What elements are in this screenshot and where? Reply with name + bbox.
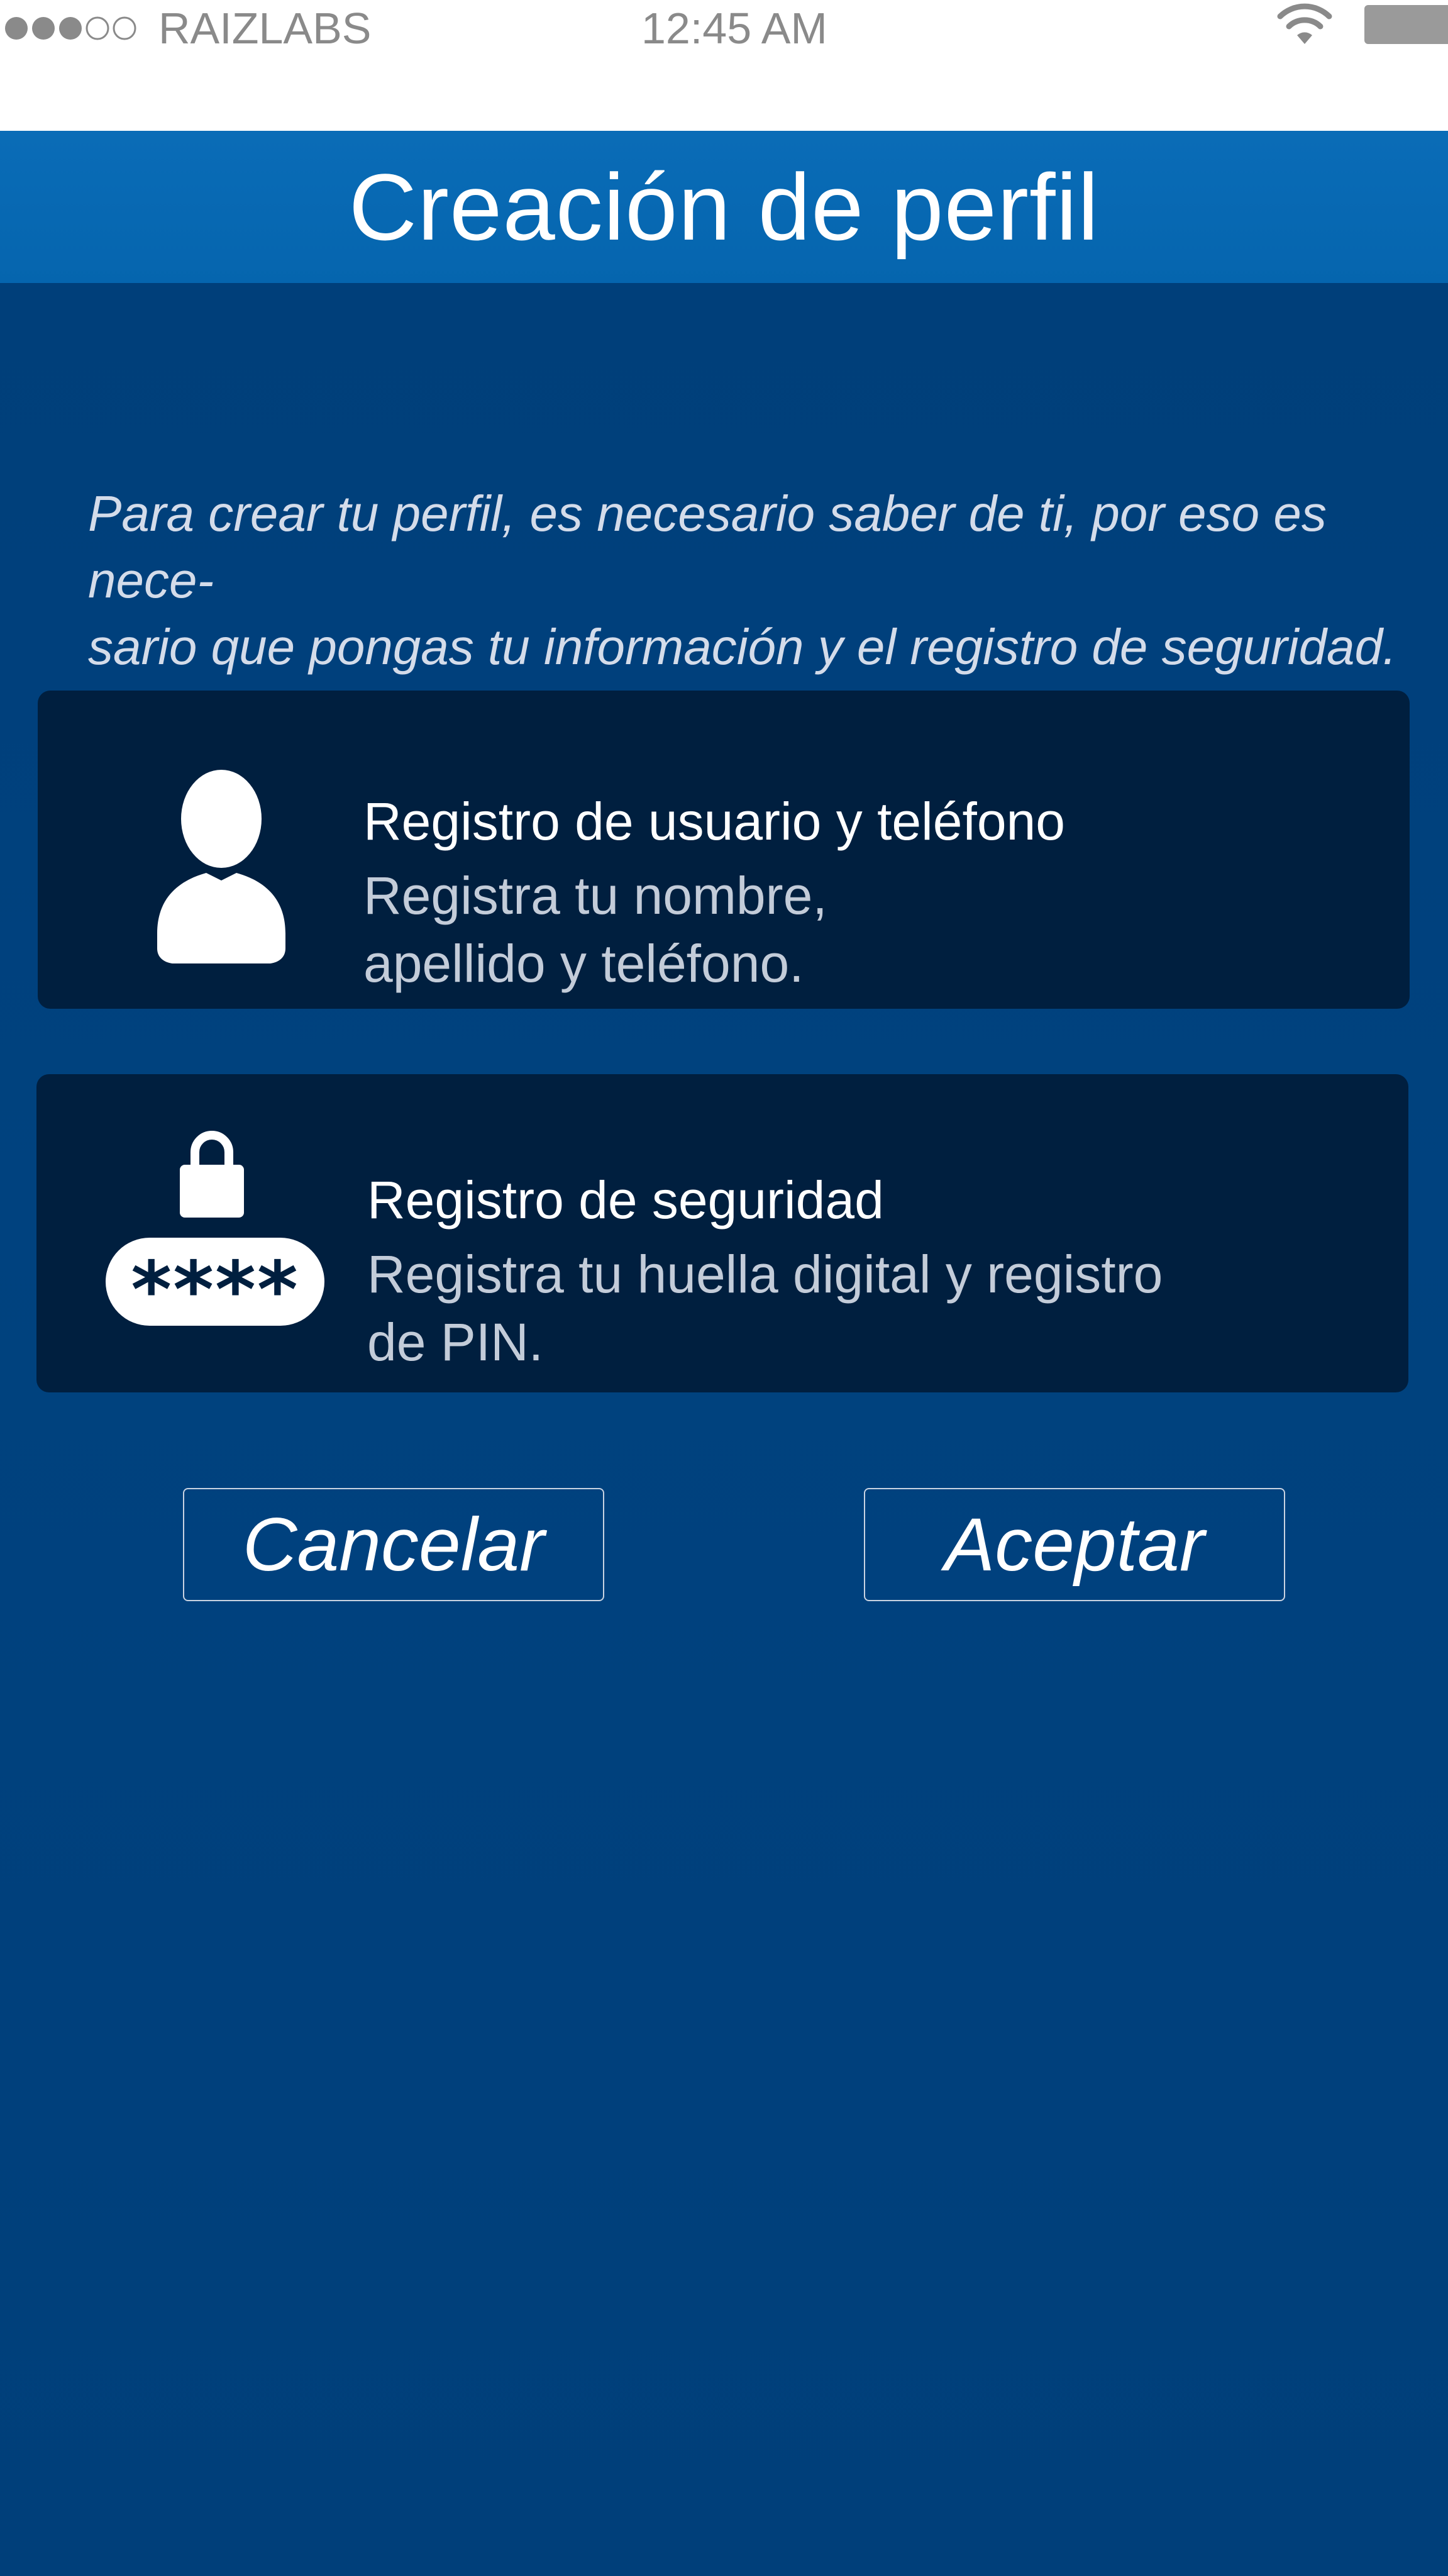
status-time: 12:45 AM (641, 4, 827, 53)
battery-icon (1364, 5, 1448, 44)
card-description: Registra tu nombre, apellido y teléfono. (363, 866, 827, 993)
lock-icon (180, 1131, 244, 1218)
signal-dots-icon (5, 16, 136, 40)
intro-text: Para crear tu perfil, es necesario saber… (88, 486, 1397, 675)
main-content: Para crear tu perfil, es necesario saber… (0, 283, 1448, 2576)
user-icon (157, 770, 285, 963)
title-bar: Creación de perfil (0, 131, 1448, 283)
wifi-icon (1277, 3, 1332, 44)
card-title: Registro de seguridad (367, 1170, 884, 1230)
card-title: Registro de usuario y teléfono (363, 792, 1065, 851)
accept-button[interactable]: Aceptar (864, 1488, 1285, 1601)
user-phone-registration-card[interactable]: Registro de usuario y teléfono Registra … (38, 691, 1410, 1009)
card-description: Registra tu huella digital y registro de… (367, 1245, 1163, 1372)
pin-mask: **** (106, 1238, 324, 1336)
carrier-name: RAIZLABS (158, 4, 372, 53)
status-bar: RAIZLABS 12:45 AM (0, 0, 1448, 131)
cancel-button[interactable]: Cancelar (183, 1488, 604, 1601)
page-title: Creación de perfil (348, 154, 1100, 260)
security-registration-card[interactable]: **** Registro de seguridad Registra tu h… (36, 1074, 1408, 1392)
